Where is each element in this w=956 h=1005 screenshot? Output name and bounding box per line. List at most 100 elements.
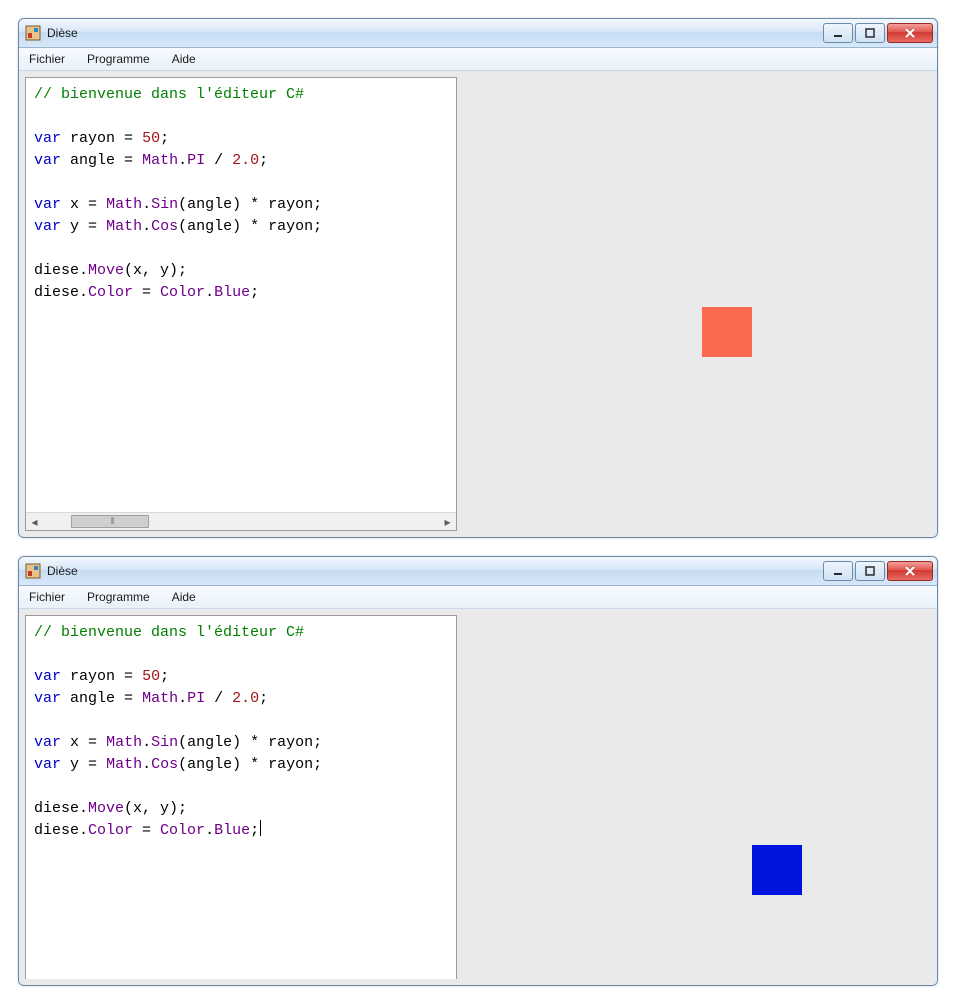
- code-text: y: [61, 218, 88, 235]
- menu-help[interactable]: Aide: [168, 50, 200, 68]
- code-ident: Math: [106, 196, 142, 213]
- menu-program[interactable]: Programme: [83, 588, 154, 606]
- code-ident: Color: [88, 822, 133, 839]
- window-controls: [821, 23, 933, 43]
- code-ident: PI: [187, 690, 205, 707]
- code-ident: Cos: [151, 218, 178, 235]
- code-text: [223, 690, 232, 707]
- code-text: angle: [61, 152, 124, 169]
- code-keyword: var: [34, 756, 61, 773]
- menubar: Fichier Programme Aide: [19, 586, 937, 609]
- code-ident: Math: [106, 756, 142, 773]
- code-op: *: [250, 196, 259, 213]
- code-text: [97, 734, 106, 751]
- code-ident: Math: [106, 734, 142, 751]
- horizontal-scrollbar[interactable]: ◂ ⦀ ▸: [26, 512, 456, 530]
- code-text: x: [61, 196, 88, 213]
- client-area: // bienvenue dans l'éditeur C# var rayon…: [19, 609, 937, 985]
- code-ident: Color: [160, 822, 205, 839]
- code-number: 2.0: [232, 690, 259, 707]
- code-text: [97, 756, 106, 773]
- code-text: ;: [160, 130, 169, 147]
- code-text: angle: [61, 690, 124, 707]
- window-title: Dièse: [47, 564, 821, 578]
- drawn-square: [702, 307, 752, 357]
- code-text: .: [205, 284, 214, 301]
- menu-file[interactable]: Fichier: [25, 588, 69, 606]
- code-number: 2.0: [232, 152, 259, 169]
- code-text: =: [133, 284, 160, 301]
- code-op: =: [88, 196, 97, 213]
- code-editor[interactable]: // bienvenue dans l'éditeur C# var rayon…: [25, 615, 457, 979]
- code-text: rayon;: [259, 218, 322, 235]
- menu-program[interactable]: Programme: [83, 50, 154, 68]
- code-op: =: [88, 218, 97, 235]
- code-ident: Math: [106, 218, 142, 235]
- minimize-button[interactable]: [823, 561, 853, 581]
- code-text: diese.: [34, 262, 88, 279]
- scroll-right-icon[interactable]: ▸: [439, 513, 456, 530]
- scroll-thumb[interactable]: ⦀: [71, 515, 149, 528]
- code-ident: Move: [88, 262, 124, 279]
- titlebar[interactable]: Dièse: [19, 557, 937, 586]
- code-text: .: [205, 822, 214, 839]
- code-op: *: [250, 734, 259, 751]
- drawn-square: [752, 845, 802, 895]
- code-text: ;: [259, 152, 268, 169]
- code-keyword: var: [34, 130, 61, 147]
- code-text: [223, 152, 232, 169]
- code-text: ;: [160, 668, 169, 685]
- code-text: [133, 668, 142, 685]
- code-op: =: [124, 130, 133, 147]
- code-op: /: [214, 690, 223, 707]
- window: Dièse Fichier Programme Aide // bienvenu…: [18, 556, 938, 986]
- code-ident: Color: [88, 284, 133, 301]
- code-text: diese.: [34, 822, 88, 839]
- code-text: =: [133, 822, 160, 839]
- code-text: .: [178, 690, 187, 707]
- code-keyword: var: [34, 196, 61, 213]
- code-text: (angle): [178, 196, 250, 213]
- code-keyword: var: [34, 218, 61, 235]
- code-text: .: [142, 196, 151, 213]
- code-content[interactable]: // bienvenue dans l'éditeur C# var rayon…: [26, 78, 456, 512]
- code-ident: Move: [88, 800, 124, 817]
- maximize-button[interactable]: [855, 561, 885, 581]
- code-text: y: [61, 756, 88, 773]
- scroll-track[interactable]: ⦀: [43, 513, 439, 530]
- code-content[interactable]: // bienvenue dans l'éditeur C# var rayon…: [26, 616, 456, 979]
- code-text: .: [142, 756, 151, 773]
- code-op: /: [214, 152, 223, 169]
- menubar: Fichier Programme Aide: [19, 48, 937, 71]
- titlebar[interactable]: Dièse: [19, 19, 937, 48]
- code-text: rayon;: [259, 196, 322, 213]
- code-number: 50: [142, 668, 160, 685]
- code-text: [97, 196, 106, 213]
- client-area: // bienvenue dans l'éditeur C# var rayon…: [19, 71, 937, 537]
- code-comment: // bienvenue dans l'éditeur C#: [34, 86, 304, 103]
- code-text: rayon;: [259, 756, 322, 773]
- code-keyword: var: [34, 734, 61, 751]
- code-text: x: [61, 734, 88, 751]
- code-text: .: [178, 152, 187, 169]
- scroll-left-icon[interactable]: ◂: [26, 513, 43, 530]
- code-text: ;: [250, 284, 259, 301]
- code-editor[interactable]: // bienvenue dans l'éditeur C# var rayon…: [25, 77, 457, 531]
- close-button[interactable]: [887, 561, 933, 581]
- menu-file[interactable]: Fichier: [25, 50, 69, 68]
- window-controls: [821, 561, 933, 581]
- code-text: (x, y);: [124, 800, 187, 817]
- text-caret: [260, 820, 261, 836]
- code-text: [205, 690, 214, 707]
- code-text: diese.: [34, 800, 88, 817]
- code-text: (x, y);: [124, 262, 187, 279]
- app-icon: [25, 563, 41, 579]
- menu-help[interactable]: Aide: [168, 588, 200, 606]
- code-ident: PI: [187, 152, 205, 169]
- maximize-button[interactable]: [855, 23, 885, 43]
- code-op: =: [88, 756, 97, 773]
- minimize-button[interactable]: [823, 23, 853, 43]
- close-button[interactable]: [887, 23, 933, 43]
- code-ident: Cos: [151, 756, 178, 773]
- code-op: =: [88, 734, 97, 751]
